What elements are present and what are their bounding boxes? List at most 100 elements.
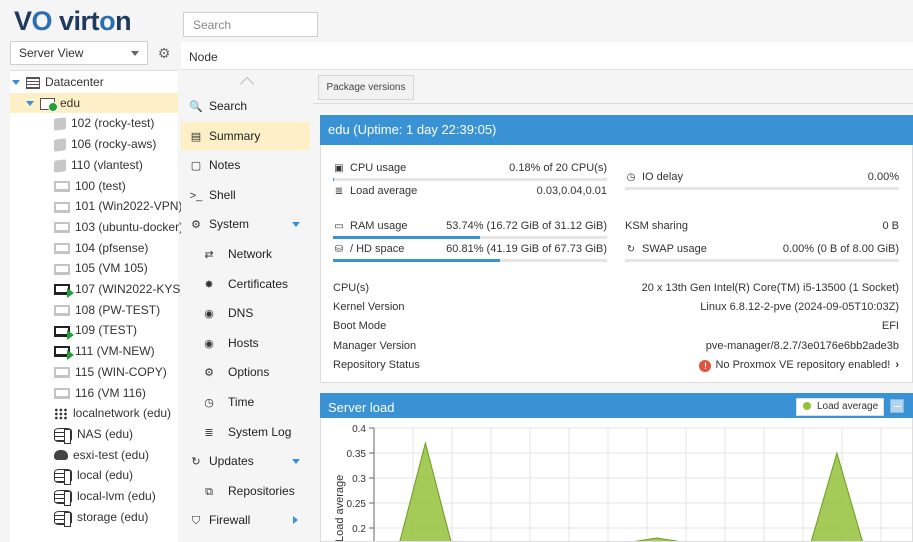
load-average-label: Load average [350,185,418,197]
tree-node[interactable]: 102 (rocky-test) [10,113,178,133]
tree-node[interactable]: 103 (ubuntu-docker) [10,217,183,237]
tree-node-label: 107 (WIN2022-KYS) [75,282,185,296]
nav-item-firewall[interactable]: ⛉ Firewall [181,506,310,534]
tree-node[interactable]: 100 (test) [10,176,178,196]
chevron-down-icon [131,51,139,56]
storage-shared-icon [54,489,72,506]
ram-usage-bar [333,236,607,239]
nav-item-label: System [209,217,250,232]
nav-item-label: Search [209,99,248,113]
tree-node[interactable]: 101 (Win2022-VPN) [10,196,182,216]
vm-running-icon [54,284,74,299]
detail-label: Kernel Version [333,301,405,313]
tree-node[interactable]: local-lvm (edu) [10,486,178,506]
network-icon: ⇄ [204,249,214,261]
container-icon [54,158,66,173]
detail-label: CPU(s) [333,282,370,294]
chevron-right-icon[interactable]: › [895,357,899,373]
breadcrumb: Node [181,42,913,70]
nav-item-search[interactable]: 🔍 Search [181,92,310,120]
nav-item-summary[interactable]: ▤ Summary [181,121,310,150]
nav-item-hosts[interactable]: ◉ Hosts [181,329,310,357]
certificate-icon: ✸ [204,278,214,291]
gear-icon: ⚙ [204,367,214,380]
globe-icon: ◉ [204,337,214,350]
vm-stopped-icon [54,201,70,213]
tree-node[interactable]: 105 (VM 105) [10,258,178,278]
tree-node-label: storage (edu) [77,509,149,524]
storage-shared-icon [54,469,72,486]
nav-item-label: Certificates [228,276,289,291]
tree-node[interactable]: 110 (vlantest) [10,155,178,175]
nav-item-shell[interactable]: >_ Shell [181,181,310,209]
nav-item-options[interactable]: ⚙ Options [181,358,310,386]
tree-node[interactable]: 109 (TEST) [10,320,178,340]
y-tick-label: 0.3 [352,474,366,485]
nav-item-label: Time [228,395,255,409]
load-average-value: 0.03,0.04,0.01 [536,185,607,197]
tree-node[interactable]: local (edu) [10,465,178,486]
nav-item-network[interactable]: ⇄ Network [181,240,310,268]
tree-node-label: 104 (pfsense) [75,240,149,255]
server-load-svg: 0.4 0.35 0.3 0.25 0.2 Load average [334,424,912,541]
nav-item-system-log[interactable]: ≣ System Log [181,418,310,446]
tree-node-label: 101 (Win2022-VPN) [75,199,183,214]
tree-node[interactable]: NAS (edu) [10,424,178,444]
vm-stopped-icon [54,367,70,379]
top-bar: VO virton Search [0,0,913,40]
container-icon [54,138,66,152]
hd-space-value: 60.81% (41.19 GiB of 67.73 GiB) [446,243,607,255]
io-delay-label: IO delay [642,171,683,183]
load-average-row: ≣ Load average 0.03,0.04,0.01 [333,183,607,199]
collapse-panel-button[interactable] [890,399,904,413]
toolbar-divider [313,103,913,104]
nav-item-notes[interactable]: ▢ Notes [181,151,310,179]
ksm-sharing-row: KSM sharing 0 B [625,218,899,234]
tree-node[interactable]: edu [10,92,178,113]
detail-label: Boot Mode [333,320,387,332]
tree-node[interactable]: 108 (PW-TEST) [10,300,178,320]
nav-item-certificates[interactable]: ✸ Certificates [181,270,310,298]
chevron-down-icon [292,222,300,228]
vm-stopped-icon [54,387,70,399]
legend-toggle-load-average[interactable]: Load average [796,398,884,416]
nav-item-system[interactable]: ⚙ System [181,210,310,238]
chevron-right-icon [293,516,298,525]
tree-node[interactable]: 104 (pfsense) [10,238,178,258]
nav-item-updates[interactable]: ↻ Updates [181,447,310,475]
view-selector[interactable]: Server View [10,41,148,65]
package-versions-button[interactable]: Package versions [318,75,414,100]
io-delay-bar [625,187,899,190]
nav-item-label: DNS [228,306,254,321]
tree-node[interactable]: 107 (WIN2022-KYS) [10,279,184,299]
nav-item-dns[interactable]: ◉ DNS [181,299,310,327]
ksm-sharing-value: 0 B [882,220,899,232]
legend-label: Load average [817,401,879,412]
cpu-usage-label: CPU usage [350,162,407,174]
expand-toggle-icon[interactable] [12,80,20,86]
detail-label: Repository Status [333,359,420,371]
y-tick-label: 0.4 [352,424,366,435]
vm-stopped-icon [54,180,70,192]
globe-icon: ◉ [204,308,214,321]
cpu-usage-bar [333,178,607,181]
expand-toggle-icon[interactable] [26,101,34,107]
tree-node[interactable]: esxi-test (edu) [10,445,178,465]
tree-node[interactable]: 106 (rocky-aws) [10,134,178,154]
nav-item-label: Summary [209,128,261,143]
tree-node[interactable]: storage (edu) [10,507,178,527]
gear-icon[interactable]: ⚙ [156,45,172,61]
nav-item-label: Options [228,365,270,380]
nav-item-label: Notes [209,158,241,173]
tree-node[interactable]: 116 (VM 116) [10,383,178,403]
tree-node[interactable]: 115 (WIN-COPY) [10,362,178,382]
search-input[interactable]: Search [183,12,318,37]
tree-node[interactable]: localnetwork (edu) [10,403,178,423]
tree-node-label: 116 (VM 116) [75,385,146,400]
tree-node-label: NAS (edu) [77,426,134,441]
nav-item-time[interactable]: ◷ Time [181,388,310,416]
detail-row-repository-status[interactable]: Repository Status! No Proxmox VE reposito… [333,357,899,373]
tree-node[interactable]: 111 (VM-NEW) [10,341,178,361]
nav-item-repositories[interactable]: ⧉ Repositories [181,477,310,505]
tree-node[interactable]: Datacenter [10,72,178,92]
